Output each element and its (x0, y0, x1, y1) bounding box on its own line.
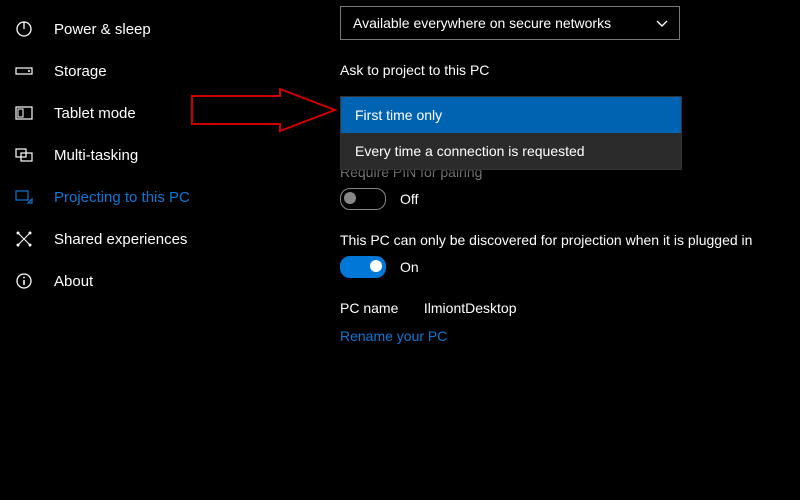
option-label: First time only (355, 107, 442, 123)
sidebar-item-label: Power & sleep (54, 21, 151, 38)
option-label: Every time a connection is requested (355, 143, 585, 159)
power-icon (14, 19, 34, 39)
about-icon (14, 271, 34, 291)
discover-toggle[interactable] (340, 256, 386, 278)
require-pin-toggle-row: Off (340, 188, 800, 210)
dropdown-selected-label: Available everywhere on secure networks (353, 15, 611, 31)
sidebar-item-label: About (54, 273, 93, 290)
sidebar-item-power-sleep[interactable]: Power & sleep (0, 8, 265, 50)
sidebar-item-storage[interactable]: Storage (0, 50, 265, 92)
pcname-key: PC name (340, 300, 420, 316)
toggle-state-label: On (400, 259, 419, 275)
main-panel: Available everywhere on secure networks … (265, 0, 800, 500)
sidebar-item-tablet-mode[interactable]: Tablet mode (0, 92, 265, 134)
availability-dropdown[interactable]: Available everywhere on secure networks (340, 6, 680, 40)
sidebar-item-label: Shared experiences (54, 231, 187, 248)
storage-icon (14, 61, 34, 81)
ask-to-project-dropdown-open[interactable]: First time only Every time a connection … (340, 96, 682, 170)
discover-toggle-row: On (340, 256, 800, 278)
sidebar-item-label: Tablet mode (54, 105, 136, 122)
option-first-time-only[interactable]: First time only (341, 97, 681, 133)
pcname-row: PC name IlmiontDesktop (340, 300, 800, 316)
ask-to-project-label: Ask to project to this PC (340, 62, 800, 78)
chevron-down-icon (655, 17, 669, 31)
settings-window: Power & sleep Storage Tablet mode Multi-… (0, 0, 800, 500)
sidebar-item-about[interactable]: About (0, 260, 265, 302)
option-every-time[interactable]: Every time a connection is requested (341, 133, 681, 169)
sidebar-item-shared-experiences[interactable]: Shared experiences (0, 218, 265, 260)
sidebar-item-label: Projecting to this PC (54, 189, 190, 206)
pcname-value: IlmiontDesktop (424, 300, 517, 316)
sidebar-item-label: Storage (54, 63, 107, 80)
sidebar-item-label: Multi-tasking (54, 147, 138, 164)
rename-pc-link[interactable]: Rename your PC (340, 328, 800, 344)
shared-icon (14, 229, 34, 249)
sidebar: Power & sleep Storage Tablet mode Multi-… (0, 0, 265, 500)
toggle-state-label: Off (400, 191, 418, 207)
require-pin-toggle[interactable] (340, 188, 386, 210)
multitask-icon (14, 145, 34, 165)
discover-label: This PC can only be discovered for proje… (340, 232, 800, 248)
project-icon (14, 187, 34, 207)
tablet-icon (14, 103, 34, 123)
sidebar-item-projecting[interactable]: Projecting to this PC (0, 176, 265, 218)
sidebar-item-multitasking[interactable]: Multi-tasking (0, 134, 265, 176)
